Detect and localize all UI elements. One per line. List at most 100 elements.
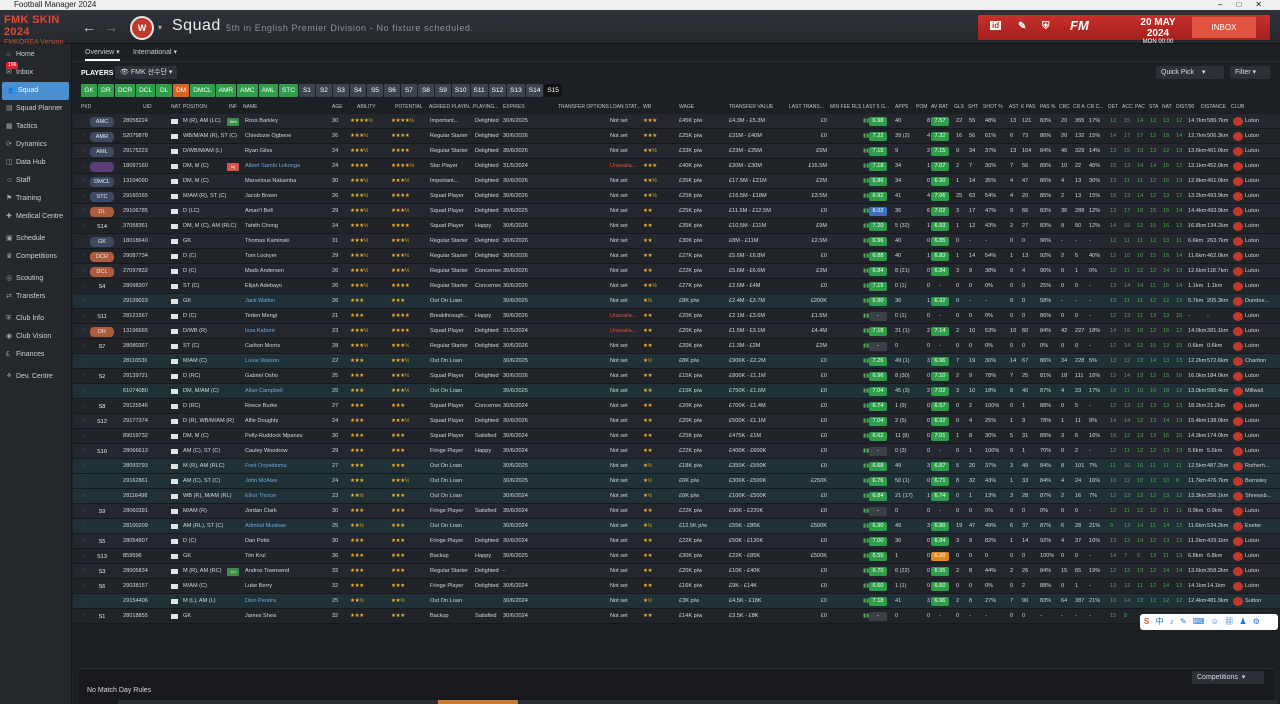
player-name[interactable]: John McAtee [245,474,335,489]
squad-position-badge[interactable]: S6 [90,582,114,592]
quick-pick-button[interactable]: Quick Pick ▾ [1156,66,1224,79]
player-name[interactable]: Jack Walton [245,294,335,309]
table-row[interactable]: ◌ S1 28018855 GK James Shea 32 ★★★ ★★★ Backup Sat… [73,609,1280,624]
table-row[interactable]: ◌ DR 13196665 D/WB (R) Issa Kaboré 23 ★★★½ ★★★★… [73,324,1280,339]
table-row[interactable]: ◌ S6 29038157 M/AM (C) Luke Berry 32 ★★★ ★★★ Fri… [73,579,1280,594]
sidebar-item-finances[interactable]: £ Finances [0,346,71,364]
row-select-icon[interactable]: ◌ [83,219,86,234]
row-select-icon[interactable]: ◌ [83,444,86,459]
player-name[interactable]: Carlton Morris [245,339,335,354]
table-row[interactable]: ◌ STC 29160165 M/AM (R), ST (C) Jacob Brown 2… [73,189,1280,204]
club-name-cell[interactable]: Shrewsb... [1245,489,1278,504]
sidebar-item-data-hub[interactable]: ◫ Data Hub [0,154,71,172]
club-name-cell[interactable]: Exeter [1245,519,1278,534]
squad-position-badge[interactable] [90,432,114,442]
club-name-cell[interactable]: Luton [1245,159,1278,174]
squad-position-badge[interactable]: S10 [90,447,114,457]
squad-position-badge[interactable]: S13 [90,552,114,562]
sidebar-item-dynamics[interactable]: ⟳ Dynamics [0,136,71,154]
squad-position-badge[interactable]: AML [90,146,114,157]
col-value[interactable]: TRANSFER VALUE [729,104,773,110]
pos-filter-dm[interactable]: DM [173,84,190,97]
col-potential[interactable]: POTENTIAL [395,104,423,110]
col-gls[interactable]: GLS [954,104,964,110]
club-name-cell[interactable]: Luton [1245,309,1278,324]
pos-filter-dmcl[interactable]: DMCL [190,84,215,97]
player-name[interactable]: Elliot Thorpe [245,489,335,504]
squad-position-badge[interactable]: S2 [90,372,114,382]
player-name[interactable]: James Shea [245,609,335,624]
table-row[interactable]: ◌ AML 29175223 D/WB/M/AM (L) Ryan Giles 24 ★★★… [73,144,1280,159]
crest-icon[interactable]: ⛨ [1042,21,1050,32]
row-select-icon[interactable]: ◌ [83,339,86,354]
sidebar-item-scouting[interactable]: ◎ Scouting [0,270,71,288]
player-name[interactable]: Gabriel Osho [245,369,335,384]
player-name[interactable]: Ryan Giles [245,144,335,159]
tab-overview[interactable]: Overview ▾ [85,48,120,61]
squad-position-badge[interactable] [90,161,114,172]
pos-filter-s2[interactable]: S2 [315,84,332,97]
col-uid[interactable]: UID [143,104,152,110]
row-select-icon[interactable]: ◌ [83,519,86,534]
sidebar-item-competitions[interactable]: ♛ Competitions [0,248,71,266]
table-row[interactable]: ◌ S8 29125546 D (RC) Reece Burke 27 ★★★ ★★★ Squa… [73,399,1280,414]
table-row[interactable]: ◌ S2 29139721 D (RC) Gabriel Osho 25 ★★★ ★★★½ Sq… [73,369,1280,384]
club-name-cell[interactable]: Millwall [1245,384,1278,399]
row-select-icon[interactable]: ◌ [83,384,86,399]
pos-filter-dr[interactable]: DR [98,84,114,97]
player-name[interactable]: Albert Sambi Lokonga [245,159,335,174]
player-name[interactable]: Mads Andersen [245,264,335,279]
squad-position-badge[interactable]: S1 [90,612,114,622]
pos-filter-dl[interactable]: DL [156,84,173,97]
col-wage[interactable]: WAGE [679,104,694,110]
squad-position-badge[interactable]: DR [90,326,114,337]
player-name[interactable]: Tom Lockyer [245,249,335,264]
row-select-icon[interactable]: ◌ [83,249,86,264]
col-dist90[interactable]: DIST/90 [1176,104,1194,110]
table-row[interactable]: ◌ DCL 27097832 D (C) Mads Andersen 26 ★★★½ ★★★½… [73,264,1280,279]
pos-filter-s6[interactable]: S6 [383,84,400,97]
row-select-icon[interactable]: ◌ [83,114,86,129]
table-row[interactable]: ◌ S14 37058361 DM, M (C), AM (RLC) Tahith Ch… [73,219,1280,234]
player-name[interactable]: Allan Campbell [245,384,335,399]
table-row[interactable]: ◌ 28116498 WB (R), M/AM (RL) Elliot Thorpe 2… [73,489,1280,504]
col-pac[interactable]: PAC [1135,104,1145,110]
squad-position-badge[interactable]: S12 [90,417,114,427]
inbox-continue-button[interactable]: INBOX [1192,17,1256,38]
squad-position-badge[interactable]: S4 [90,282,114,292]
player-name[interactable]: Jacob Brown [245,189,335,204]
table-row[interactable]: ◌ S10 28066613 AM (C), ST (C) Cauley Woodrow… [73,444,1280,459]
table-row[interactable]: ◌ 89019732 DM, M (C) Pelly-Ruddock Mpanzu 30… [73,429,1280,444]
squad-position-badge[interactable] [90,297,114,307]
club-name-cell[interactable]: Luton [1245,249,1278,264]
club-name-cell[interactable]: Luton [1245,189,1278,204]
pos-filter-s15[interactable]: S15 [544,84,562,97]
table-row[interactable]: ◌ 28100209 AM (RL), ST (C) Admiral Muskwe 25… [73,519,1280,534]
sidebar-item-transfers[interactable]: ⇄ Transfers [0,288,71,306]
pos-filter-s5[interactable]: S5 [366,84,383,97]
pos-filter-s12[interactable]: S12 [488,84,507,97]
col-club[interactable]: CLUB [1231,104,1244,110]
squad-position-badge[interactable]: S11 [90,312,114,322]
table-row[interactable]: ◌ DL 29106785 D (LC) Amari'i Bell 29 ★★★½ ★★★½ S… [73,204,1280,219]
sidebar-item-squad-planner[interactable]: ▤ Squad Planner [0,100,71,118]
squad-position-badge[interactable]: S14 [90,222,114,232]
pos-filter-dcr[interactable]: DCR [115,84,136,97]
pos-filter-amc[interactable]: AMC [237,84,258,97]
window-controls[interactable]: –□✕ [1218,0,1276,10]
squad-position-badge[interactable]: DCL [90,266,114,277]
club-name-cell[interactable]: Luton [1245,399,1278,414]
col-last-transfer[interactable]: LAST TRANS... [789,104,824,110]
sidebar-item-staff[interactable]: ☺ Staff [0,172,71,190]
pos-filter-amr[interactable]: AMR [215,84,237,97]
table-row[interactable]: ◌ GK 18018640 GK Thomas Kaminski 31 ★★★½ ★★★½ Re… [73,234,1280,249]
sidebar-item-medical-centre[interactable]: ✚ Medical Centre [0,208,71,226]
sidebar-item-club-vision[interactable]: ◉ Club Vision [0,328,71,346]
row-select-icon[interactable]: ◌ [83,129,86,144]
player-name[interactable]: Louie Watson [245,354,335,369]
club-name-cell[interactable]: Luton [1245,279,1278,294]
pos-filter-s10[interactable]: S10 [451,84,470,97]
club-badge[interactable]: W [130,16,154,40]
back-arrow-icon[interactable]: ← [82,19,96,35]
squad-position-badge[interactable] [90,387,114,397]
